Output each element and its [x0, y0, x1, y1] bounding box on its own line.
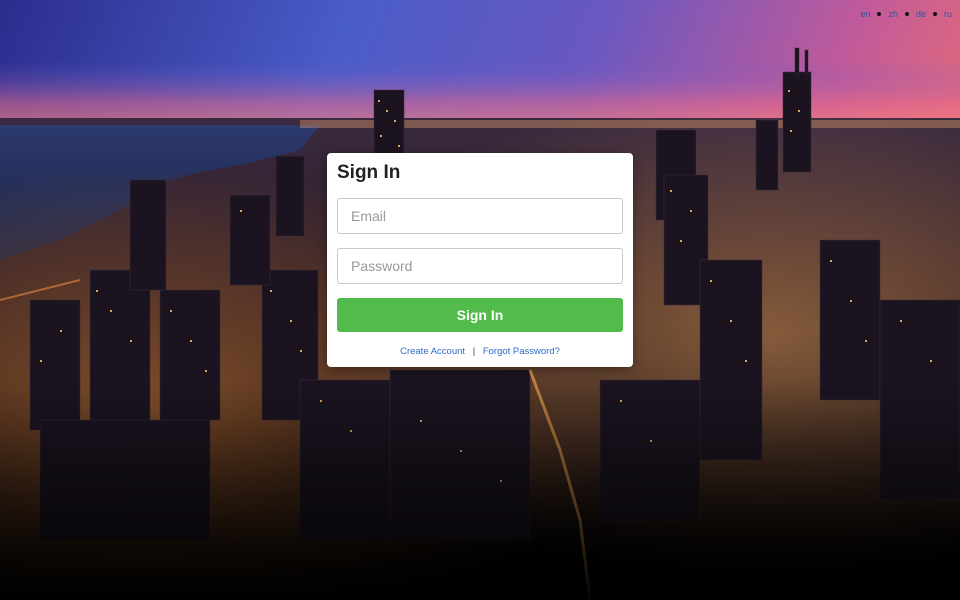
language-separator-dot: [904, 12, 909, 16]
language-separator-dot: [932, 12, 937, 16]
language-zh-link[interactable]: zh: [888, 9, 898, 19]
language-selector: en zh de ru: [860, 9, 952, 19]
signin-button[interactable]: Sign In: [337, 298, 623, 332]
email-field[interactable]: [337, 198, 623, 234]
create-account-link[interactable]: Create Account: [400, 346, 465, 357]
links-separator: |: [472, 346, 476, 357]
language-en-link[interactable]: en: [860, 9, 870, 19]
signin-title: Sign In: [337, 162, 401, 183]
language-separator-dot: [877, 12, 882, 16]
account-links: Create Account | Forgot Password?: [327, 346, 633, 357]
language-de-link[interactable]: de: [916, 9, 926, 19]
password-field[interactable]: [337, 248, 623, 284]
forgot-password-link[interactable]: Forgot Password?: [483, 346, 560, 357]
signin-card: Sign In Sign In Create Account | Forgot …: [327, 153, 633, 367]
language-ru-link[interactable]: ru: [944, 9, 952, 19]
